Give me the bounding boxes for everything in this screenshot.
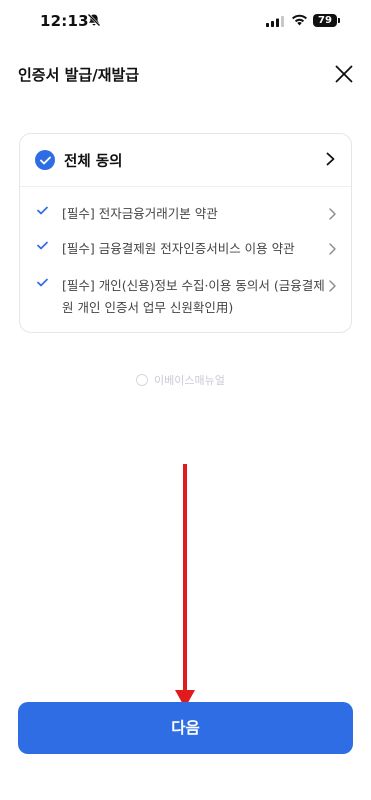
battery-tip [338, 18, 340, 23]
header: 인증서 발급/재발급 [0, 52, 371, 96]
battery-indicator: 79 [313, 14, 337, 27]
chevron-right-icon[interactable] [329, 280, 336, 292]
wifi-icon [292, 14, 307, 26]
term-label: [필수] 개인(신용)정보 수집·이용 동의서 (금융결제원 개인 인증서 업무… [62, 278, 325, 315]
term-item-2[interactable]: [필수] 금융결제원 전자인증서비스 이용 약관 [20, 238, 351, 262]
agree-all-row[interactable]: 전체 동의 [20, 134, 351, 187]
close-button[interactable] [330, 60, 358, 88]
check-icon[interactable] [37, 206, 48, 215]
status-bar: 12:13 79 [0, 0, 371, 44]
watermark-text: 이베이스매뉴얼 [154, 374, 225, 387]
check-icon [39, 156, 51, 164]
watermark: 이베이스매뉴얼 [136, 372, 225, 388]
chevron-right-icon[interactable] [326, 152, 335, 166]
next-button[interactable]: 다음 [18, 702, 353, 754]
status-time: 12:13 [40, 12, 89, 30]
term-item-1[interactable]: [필수] 전자금융거래기본 약관 [20, 203, 351, 227]
agreement-card: 전체 동의 [필수] 전자금융거래기본 약관 [필수] 금융결제원 전자인증서비… [19, 133, 352, 333]
term-label: [필수] 전자금융거래기본 약관 [62, 206, 218, 221]
annotation-arrow-icon [175, 464, 195, 708]
bell-mute-icon [87, 13, 101, 27]
term-label: [필수] 금융결제원 전자인증서비스 이용 약관 [62, 241, 295, 256]
agree-all-checkbox[interactable] [35, 150, 55, 170]
check-icon[interactable] [37, 241, 48, 250]
close-icon [335, 65, 353, 83]
agree-all-label: 전체 동의 [64, 154, 123, 170]
signal-icon [266, 16, 284, 27]
check-icon[interactable] [37, 278, 48, 287]
watermark-logo-icon [136, 374, 148, 386]
term-item-3[interactable]: [필수] 개인(신용)정보 수집·이용 동의서 (금융결제원 개인 인증서 업무… [20, 275, 351, 319]
chevron-right-icon[interactable] [329, 243, 336, 255]
chevron-right-icon[interactable] [329, 208, 336, 220]
page-title: 인증서 발급/재발급 [18, 66, 140, 84]
